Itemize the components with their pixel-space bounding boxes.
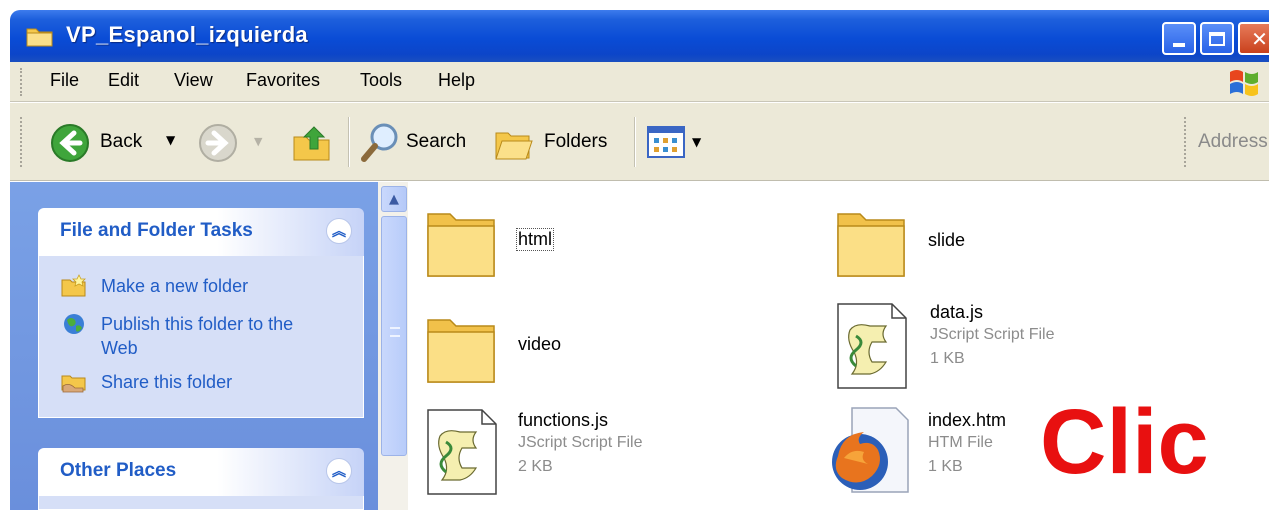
views-button[interactable]: ▼ xyxy=(646,125,716,165)
task-label: Make a new folder xyxy=(101,276,249,296)
share-folder-icon xyxy=(61,375,86,393)
task-label: Share this folder xyxy=(101,372,233,392)
file-item-html[interactable]: html xyxy=(422,200,555,282)
file-type: HTM File xyxy=(928,434,993,451)
file-item-slide[interactable]: slide xyxy=(832,200,965,282)
menu-bar: File Edit View Favorites Tools Help xyxy=(10,62,1269,102)
task-publish-web[interactable]: Publish this folder to the Web xyxy=(61,312,321,360)
menu-file[interactable]: File xyxy=(50,70,79,91)
folders-button[interactable]: Folders xyxy=(492,121,622,165)
file-size: 1 KB xyxy=(928,458,963,475)
menu-view[interactable]: View xyxy=(174,70,213,91)
new-folder-icon xyxy=(61,274,86,297)
task-share-folder[interactable]: Share this folder xyxy=(61,370,232,394)
other-places-body xyxy=(38,496,364,510)
menu-tools[interactable]: Tools xyxy=(360,70,402,91)
other-places-header[interactable]: Other Places ︽ xyxy=(38,448,364,496)
file-folder-tasks-header[interactable]: File and Folder Tasks ︽ xyxy=(38,208,364,256)
file-name: html xyxy=(516,228,555,251)
minimize-button[interactable] xyxy=(1162,22,1196,55)
address-label: Address xyxy=(1198,131,1268,152)
click-annotation: Clic xyxy=(1040,391,1209,493)
scroll-thumb[interactable] xyxy=(381,216,407,456)
script-file-icon xyxy=(427,409,497,495)
toolbar-grip xyxy=(20,117,23,167)
file-name: index.htm xyxy=(928,410,1007,430)
toolbar-separator xyxy=(348,117,350,167)
menu-favorites[interactable]: Favorites xyxy=(246,70,320,91)
views-dropdown-icon: ▼ xyxy=(692,135,702,149)
file-item-video[interactable]: video xyxy=(422,306,561,388)
file-size: 2 KB xyxy=(518,458,553,475)
forward-dropdown-icon: ▼ xyxy=(254,135,263,148)
title-bar: VP_Espanol_izquierda ✕ xyxy=(10,10,1269,62)
scrollbar[interactable]: ▲ xyxy=(378,182,408,510)
folder-icon xyxy=(26,28,53,47)
folders-icon xyxy=(495,132,533,160)
back-arrow-icon xyxy=(51,124,89,162)
scroll-up-icon[interactable]: ▲ xyxy=(381,186,407,212)
file-type: JScript Script File xyxy=(930,326,1055,343)
search-button[interactable]: Search xyxy=(360,121,480,165)
back-dropdown-icon[interactable]: ▼ xyxy=(166,133,175,147)
forward-button[interactable]: ▼ xyxy=(196,121,270,165)
toolbar: Back ▼ ▼ Search Folders ▼ Address xyxy=(10,103,1269,181)
search-icon xyxy=(361,123,398,162)
maximize-icon xyxy=(1209,31,1225,46)
collapse-icon[interactable]: ︽ xyxy=(326,458,352,484)
maximize-button[interactable] xyxy=(1200,22,1234,55)
thumb-grip xyxy=(390,327,400,337)
close-icon: ✕ xyxy=(1251,26,1268,51)
folder-icon xyxy=(837,213,905,277)
folder-icon xyxy=(427,213,495,277)
folders-label: Folders xyxy=(544,131,608,152)
file-item-data-js[interactable]: data.js JScript Script File 1 KB xyxy=(834,300,1054,392)
globe-icon xyxy=(64,314,84,334)
file-folder-tasks-body: Make a new folder Publish this folder to… xyxy=(38,256,364,418)
panel-title: File and Folder Tasks xyxy=(60,220,253,241)
file-size: 1 KB xyxy=(930,350,965,367)
file-name: video xyxy=(518,334,562,354)
menu-help[interactable]: Help xyxy=(438,70,475,91)
back-button[interactable]: Back ▼ xyxy=(48,121,184,165)
minimize-icon xyxy=(1173,42,1185,47)
up-folder-icon[interactable] xyxy=(290,123,334,163)
forward-arrow-icon xyxy=(199,124,237,162)
collapse-icon[interactable]: ︽ xyxy=(326,218,352,244)
file-name: functions.js xyxy=(518,410,609,430)
windows-logo-icon xyxy=(1230,70,1258,96)
file-item-functions-js[interactable]: functions.js JScript Script File 2 KB xyxy=(424,406,642,498)
task-make-folder[interactable]: Make a new folder xyxy=(61,274,248,298)
window-title: VP_Espanol_izquierda xyxy=(66,22,308,47)
firefox-icon xyxy=(832,407,909,493)
file-item-index-htm[interactable]: index.htm HTM File 1 KB xyxy=(830,404,1006,496)
task-label: Publish this folder to the Web xyxy=(101,314,294,358)
menu-grip xyxy=(20,68,23,96)
panel-title: Other Places xyxy=(60,460,177,481)
file-name: slide xyxy=(928,230,966,250)
toolbar-separator xyxy=(634,117,636,167)
file-type: JScript Script File xyxy=(518,434,643,451)
script-file-icon xyxy=(837,303,907,389)
search-label: Search xyxy=(406,131,467,152)
file-name: data.js xyxy=(930,302,984,322)
task-pane: File and Folder Tasks ︽ Make a new folde… xyxy=(10,182,378,510)
close-button[interactable]: ✕ xyxy=(1238,22,1269,55)
back-label: Back xyxy=(100,131,143,152)
folder-icon xyxy=(427,319,495,383)
views-icon xyxy=(647,126,685,158)
menu-edit[interactable]: Edit xyxy=(108,70,139,91)
address-grip xyxy=(1184,117,1186,167)
